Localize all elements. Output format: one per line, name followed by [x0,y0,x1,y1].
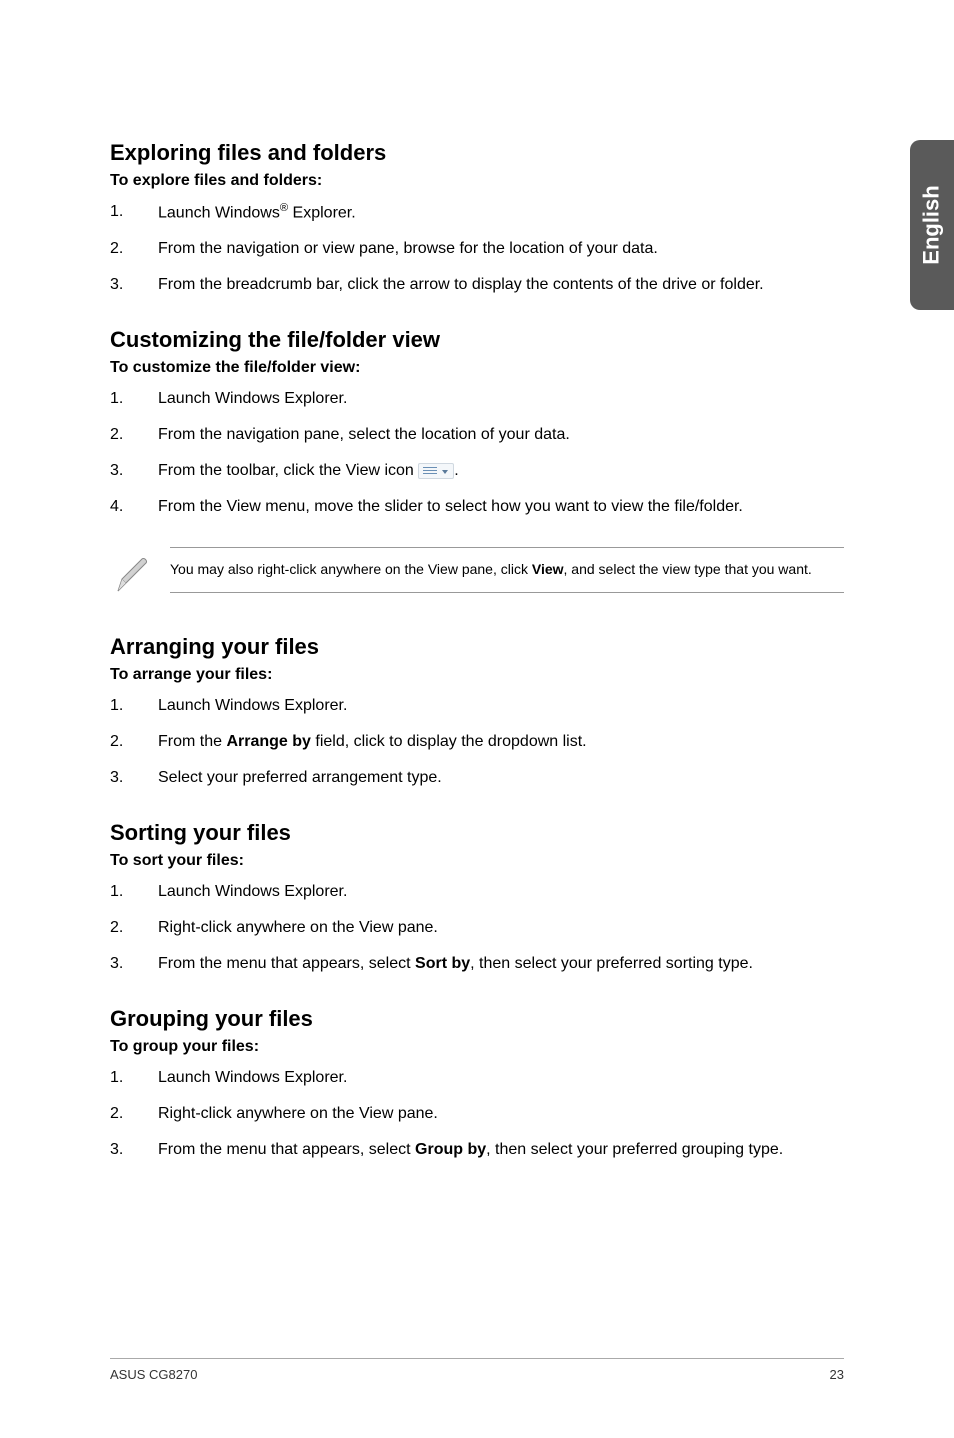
text: You may also right-click anywhere on the… [170,561,532,577]
list-item: Launch Windows Explorer. [110,880,844,904]
list-item: From the Arrange by field, click to disp… [110,730,844,754]
page-content: Exploring files and folders To explore f… [0,0,954,1162]
text: field, click to display the dropdown lis… [311,733,587,750]
heading-customizing: Customizing the file/folder view [110,327,844,353]
text: From the toolbar, click the View icon [158,462,418,479]
text: From the menu that appears, select [158,1141,415,1158]
bold-text: Group by [415,1141,486,1158]
view-dropdown-icon [418,463,454,479]
steps-customizing: Launch Windows Explorer. From the naviga… [110,387,844,519]
note-block: You may also right-click anywhere on the… [110,547,844,604]
list-item: Launch Windows Explorer. [110,694,844,718]
text: Launch Windows [158,204,280,221]
text: Explorer. [288,204,356,221]
lead-sorting: To sort your files: [110,852,844,870]
list-item: From the menu that appears, select Sort … [110,952,844,976]
registered-mark: ® [280,202,288,214]
list-item: From the menu that appears, select Group… [110,1138,844,1162]
section-sorting: Sorting your files To sort your files: L… [110,820,844,976]
section-customizing: Customizing the file/folder view To cust… [110,327,844,604]
heading-arranging: Arranging your files [110,634,844,660]
list-item: Launch Windows® Explorer. [110,200,844,225]
section-arranging: Arranging your files To arrange your fil… [110,634,844,790]
lead-arranging: To arrange your files: [110,666,844,684]
text: From the [158,733,226,750]
language-tab-label: English [919,185,945,264]
list-item: Select your preferred arrangement type. [110,766,844,790]
footer-page-number: 23 [830,1367,844,1382]
list-item: Right-click anywhere on the View pane. [110,916,844,940]
text: . [454,462,458,479]
heading-grouping: Grouping your files [110,1006,844,1032]
bold-text: Sort by [415,955,470,972]
list-item: From the toolbar, click the View icon . [110,459,844,483]
lead-grouping: To group your files: [110,1038,844,1056]
steps-arranging: Launch Windows Explorer. From the Arrang… [110,694,844,790]
section-exploring: Exploring files and folders To explore f… [110,140,844,297]
list-item: From the breadcrumb bar, click the arrow… [110,273,844,297]
footer-left: ASUS CG8270 [110,1367,197,1382]
list-item: From the navigation or view pane, browse… [110,237,844,261]
heading-sorting: Sorting your files [110,820,844,846]
list-item: From the navigation pane, select the loc… [110,423,844,447]
text: From the menu that appears, select [158,955,415,972]
list-item: Launch Windows Explorer. [110,1066,844,1090]
text: , and select the view type that you want… [564,561,812,577]
steps-exploring: Launch Windows® Explorer. From the navig… [110,200,844,297]
text: , then select your preferred grouping ty… [486,1141,783,1158]
note-text: You may also right-click anywhere on the… [170,547,844,593]
lead-exploring: To explore files and folders: [110,172,844,190]
page-footer: ASUS CG8270 23 [110,1358,844,1382]
steps-grouping: Launch Windows Explorer. Right-click any… [110,1066,844,1162]
list-item: Launch Windows Explorer. [110,387,844,411]
bold-text: Arrange by [226,733,310,750]
section-grouping: Grouping your files To group your files:… [110,1006,844,1162]
bold-text: View [532,561,564,577]
heading-exploring: Exploring files and folders [110,140,844,166]
language-tab: English [910,140,954,310]
text: , then select your preferred sorting typ… [470,955,753,972]
steps-sorting: Launch Windows Explorer. Right-click any… [110,880,844,976]
list-item: Right-click anywhere on the View pane. [110,1102,844,1126]
pencil-icon [110,547,170,604]
lead-customizing: To customize the file/folder view: [110,359,844,377]
list-item: From the View menu, move the slider to s… [110,495,844,519]
